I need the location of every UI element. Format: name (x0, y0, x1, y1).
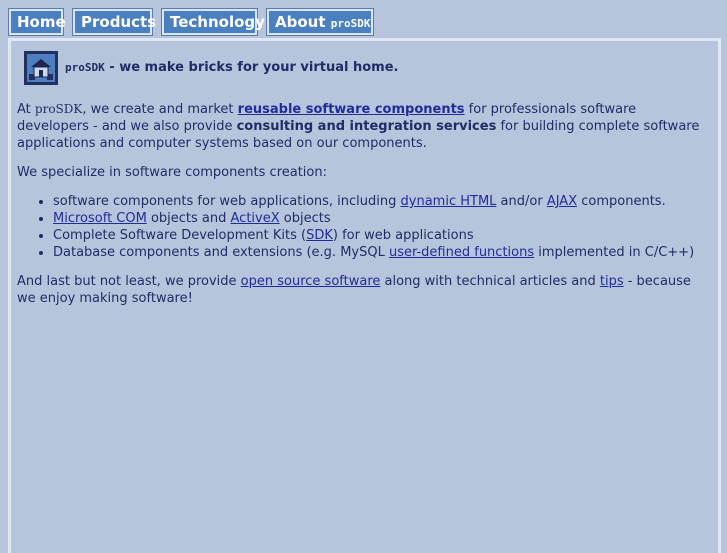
main-content: At proSDK, we create and market reusable… (17, 101, 711, 319)
list-text: Complete Software Development Kits ( (53, 228, 307, 243)
intro-text-2: , we create and market (82, 102, 238, 117)
list-item: software components for web applications… (53, 193, 711, 210)
tagline-brand: proSDK (65, 61, 105, 74)
specialize-heading: We specialize in software components cre… (17, 165, 327, 180)
closing-text-2: along with technical articles and (380, 274, 600, 289)
specialize-list: software components for web applications… (17, 193, 711, 261)
tagline-text: - we make bricks for your virtual home. (104, 60, 399, 75)
closing-text-1: And last but not least, we provide (17, 274, 241, 289)
link-dynamic-html[interactable]: dynamic HTML (401, 194, 497, 209)
tab-about-brand: proSDK (330, 17, 371, 30)
list-text: objects (279, 211, 331, 226)
page-tagline: proSDK - we make bricks for your virtual… (65, 60, 398, 75)
link-activex[interactable]: ActiveX (231, 211, 280, 226)
list-text: objects and (146, 211, 231, 226)
list-text: implemented in C/C++) (534, 245, 695, 260)
tab-technology-label: Technology (164, 11, 265, 33)
tab-about[interactable]: About proSDK (266, 8, 374, 36)
link-sdk[interactable]: SDK (306, 228, 333, 243)
tab-technology[interactable]: Technology (161, 8, 265, 36)
list-text: ) for web applications (332, 228, 474, 243)
list-text: and/or (496, 194, 547, 209)
house-logo-icon (24, 51, 58, 85)
intro-brand: proSDK (34, 102, 83, 116)
intro-text-1: At (17, 102, 35, 117)
link-user-defined-functions[interactable]: user-defined functions (389, 245, 534, 260)
tab-about-label: About proSDK (269, 11, 371, 33)
link-reusable-software-components[interactable]: reusable software components (238, 102, 465, 117)
closing-paragraph: And last but not least, we provide open … (17, 273, 711, 307)
list-item: Complete Software Development Kits (SDK)… (53, 227, 711, 244)
tab-about-text: About (275, 13, 326, 31)
link-open-source-software[interactable]: open source software (241, 274, 381, 289)
tab-home[interactable]: Home (8, 8, 66, 36)
link-tips[interactable]: tips (600, 274, 624, 289)
link-microsoft-com[interactable]: Microsoft COM (53, 211, 147, 226)
list-item: Database components and extensions (e.g.… (53, 244, 711, 261)
tab-products[interactable]: Products (72, 8, 156, 36)
intro-paragraph: At proSDK, we create and market reusable… (17, 101, 711, 152)
list-item: Microsoft COM objects and ActiveX object… (53, 210, 711, 227)
tab-products-label: Products (75, 11, 156, 33)
list-text: components. (577, 194, 666, 209)
link-ajax[interactable]: AJAX (547, 194, 577, 209)
tab-home-label: Home (11, 11, 66, 33)
main-panel: proSDK - we make bricks for your virtual… (8, 38, 721, 553)
intro-consulting-text: consulting and integration services (236, 119, 497, 134)
list-text: Database components and extensions (e.g.… (53, 245, 389, 260)
list-text: software components for web applications… (53, 194, 401, 209)
